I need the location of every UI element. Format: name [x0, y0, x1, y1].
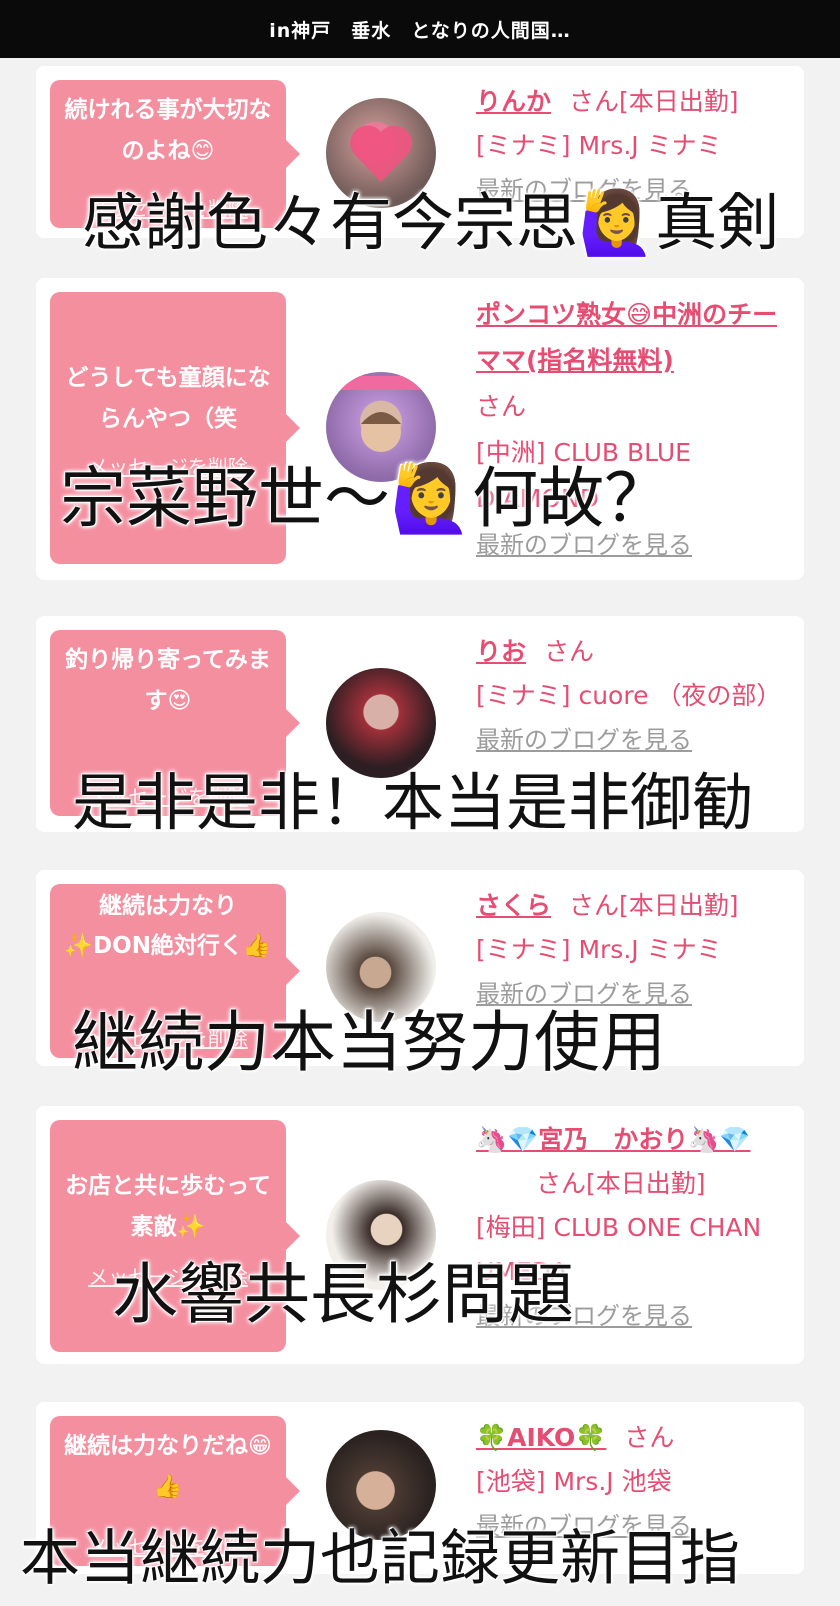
honorific-status: さん [624, 1423, 675, 1452]
shop-name: [ミナミ] Mrs.J ミナミ [476, 935, 722, 964]
girl-name-link[interactable]: ポンコツ熟女😅中洲のチーママ(指名料無料) [476, 292, 796, 384]
message-text: お店と共に歩むって素敵✨ [65, 1173, 271, 1240]
profile-info: りお さん [ミナミ] cuore （夜の部） 最新のブログを見る [476, 630, 796, 762]
profile-info: さくら さん[本日出勤] [ミナミ] Mrs.J ミナミ 最新のブログを見る [476, 884, 796, 1016]
overlay-caption: 水響共長杉問題 [112, 1256, 574, 1333]
honorific-status: さん[本日出勤] [536, 1169, 706, 1198]
shop-name: [池袋] Mrs.J 池袋 [476, 1467, 672, 1496]
message-text: 継続は力なりだね😁👍 [64, 1433, 272, 1500]
top-bar: in神戸 垂水 となりの人間国… [0, 0, 840, 58]
honorific-status: さん [544, 637, 595, 666]
overlay-caption: 本当継続力也記録更新目指 [20, 1524, 740, 1594]
overlay-caption: 継続力本当努力使用 [72, 1004, 666, 1081]
girl-name-link[interactable]: りお [476, 637, 526, 666]
page-title: in神戸 垂水 となりの人間国… [269, 19, 571, 42]
message-text: 続けれる事が大切なのよね😊 [64, 97, 272, 164]
honorific-status: さん[本日出勤] [569, 891, 739, 920]
shop-name: [ミナミ] cuore （夜の部） [476, 681, 782, 710]
shop-name: [ミナミ] Mrs.J ミナミ [476, 131, 722, 160]
message-text: どうしても童顔にならんやつ（笑 [65, 365, 271, 432]
overlay-caption: 感謝色々有今宗思🙋‍♀️真剣 [82, 186, 780, 259]
overlay-caption: 是非是非！本当是非御勧 [72, 766, 755, 839]
girl-name-link[interactable]: りんか [476, 87, 551, 116]
overlay-caption: 宗菜野世〜🙋‍♀️何故？ [60, 460, 671, 537]
latest-blog-link[interactable]: 最新のブログを見る [476, 718, 796, 762]
girl-name-link[interactable]: 🦄💎宮乃 かおり🦄💎 [476, 1118, 796, 1162]
message-text: 継続は力なり✨DON絶対行く👍 [64, 893, 272, 959]
girl-name-link[interactable]: さくら [476, 891, 551, 920]
message-text: 釣り帰り寄ってみます😍 [65, 647, 271, 714]
honorific-status: さん [476, 392, 527, 421]
honorific-status: さん[本日出勤] [569, 87, 739, 116]
girl-name-link[interactable]: 🍀AIKO🍀 [476, 1423, 606, 1452]
avatar[interactable] [326, 668, 436, 778]
